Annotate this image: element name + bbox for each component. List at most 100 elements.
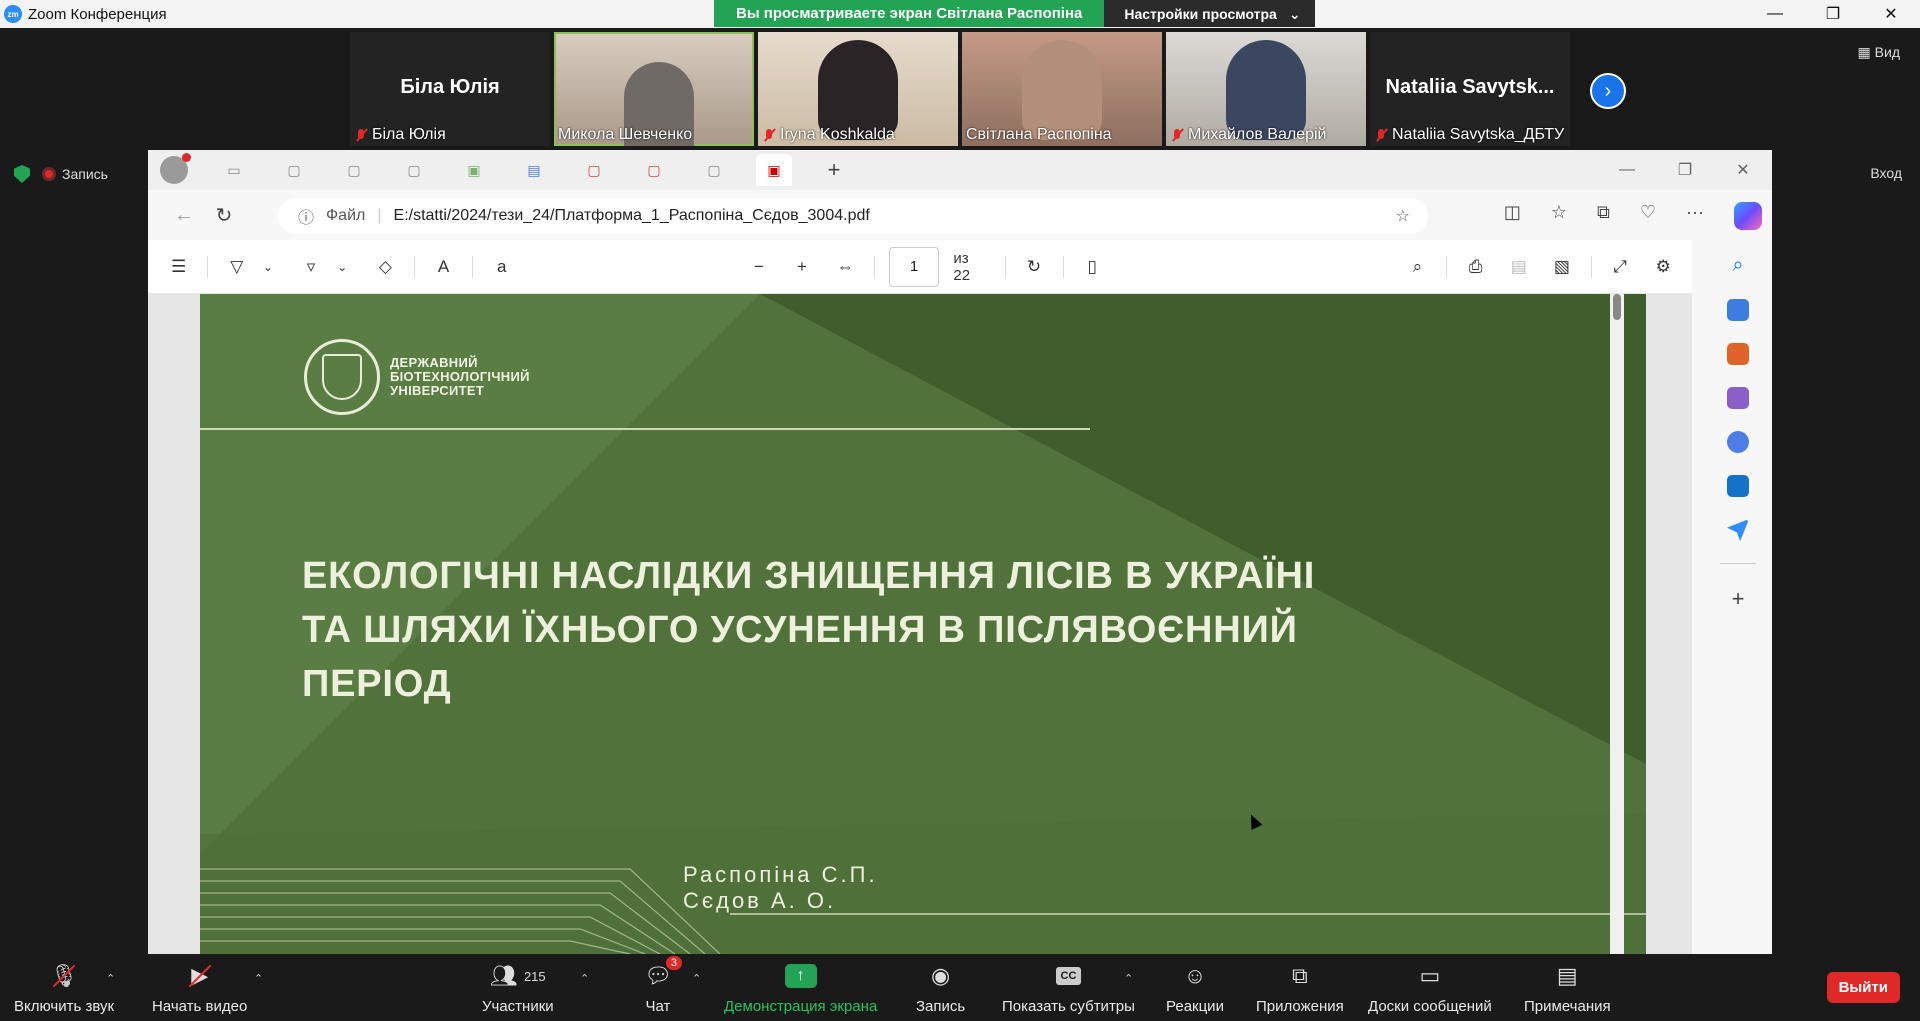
collections-icon[interactable]: ⧉ [1597,202,1610,230]
chat-button[interactable]: 💬︎ 3 Чат [644,956,682,1015]
url-text[interactable]: E:/statti/2024/тези_24/Платформа_1_Распо… [394,207,870,225]
next-page-participants-button[interactable]: › [1590,73,1626,109]
tab-doc[interactable]: ▣ [456,154,492,186]
outlook-icon[interactable] [1727,475,1749,497]
sidebar-search-icon[interactable]: ⌕ [1732,254,1743,277]
tab-doc[interactable]: ▢ [336,154,372,186]
tab-doc[interactable]: ▢ [696,154,732,186]
login-button[interactable]: Вход [1870,165,1902,181]
participants-button[interactable]: 👥︎ 215 Участники [482,962,554,1015]
reactions-label: Реакции [1166,998,1224,1015]
send-icon[interactable] [1727,519,1749,541]
favorites-icon[interactable]: ☆ [1551,202,1567,230]
read-aloud-icon[interactable]: A [429,252,458,282]
translate-icon[interactable]: a [487,252,516,282]
zoom-in-icon[interactable]: + [787,252,816,282]
captions-button[interactable]: CC Показать субтитры [1002,962,1135,1015]
pdf-scrollbar[interactable] [1610,294,1624,954]
participant-name: Світлана Распопіна [966,126,1112,143]
search-icon[interactable]: ⌕ [1403,252,1432,282]
browser-essentials-icon[interactable]: ♡ [1640,202,1656,230]
highlight-icon[interactable]: ▽ [222,252,251,282]
start-video-button[interactable]: ▶︎ Начать видео [152,962,247,1015]
favorite-star-icon[interactable]: ☆ [1396,206,1410,226]
back-arrow-icon[interactable]: ← [164,204,204,227]
restore-button[interactable]: ❐ [1804,0,1862,28]
leave-button[interactable]: Выйти [1826,972,1900,1003]
pdf-viewport[interactable]: ДЕРЖАВНИЙ БІОТЕХНОЛОГІЧНИЙ УНІВЕРСИТЕТ Е… [148,294,1692,954]
whiteboards-button[interactable]: ▭ Доски сообщений [1368,962,1492,1015]
copilot-icon[interactable] [1734,202,1762,230]
new-tab-button[interactable]: + [816,154,852,186]
save-icon[interactable]: ▤ [1504,252,1533,282]
settings-gear-icon[interactable]: ⚙ [1649,252,1678,282]
split-screen-icon[interactable]: ◫ [1504,202,1521,230]
profile-avatar[interactable] [156,153,192,186]
contents-list-icon[interactable]: ☰ [164,252,193,282]
zoom-control-bar: 🎙︎ Включить звук ⌃ ▶︎ Начать видео ⌃ 👥︎2… [0,954,1920,1021]
share-screen-button[interactable]: ↑ Демонстрация экрана [724,962,877,1015]
notes-button[interactable]: ▤ Примечания [1524,962,1611,1015]
participant-tile[interactable]: Біла Юлія Біла Юлія [350,32,550,146]
captions-caret-icon[interactable]: ⌃ [1124,972,1133,985]
print-icon[interactable]: ⎙ [1461,252,1490,282]
tools-icon[interactable] [1727,343,1749,365]
more-menu-icon[interactable]: ··· [1686,202,1704,230]
audio-options-caret-icon[interactable]: ⌃ [106,972,115,985]
university-emblem-icon [304,339,380,415]
sidebar-add-icon[interactable]: + [1732,586,1745,612]
save-as-icon[interactable]: ▧ [1547,252,1576,282]
fullscreen-icon[interactable]: ⤢ [1605,252,1634,282]
video-options-caret-icon[interactable]: ⌃ [254,972,263,985]
participants-caret-icon[interactable]: ⌃ [580,972,589,985]
browser-restore-button[interactable]: ❐ [1656,150,1714,190]
view-options-button[interactable]: Настройки просмотра ⌄ [1104,0,1315,27]
shopping-tag-icon[interactable] [1727,299,1749,321]
scrollbar-thumb[interactable] [1613,294,1621,320]
tab-doc[interactable]: ▤ [516,154,552,186]
record-button[interactable]: ◉ Запись [916,962,965,1015]
unmute-button[interactable]: 🎙︎ Включить звук [14,962,114,1015]
microsoft-365-icon[interactable] [1727,431,1749,453]
security-shield-icon[interactable] [14,165,30,183]
games-icon[interactable] [1727,387,1749,409]
recording-label: Запись [62,166,108,182]
draw-icon[interactable]: ▿ [296,252,325,282]
fit-width-icon[interactable]: ⇔ [831,252,860,282]
participant-tile[interactable]: Світлана Распопіна [962,32,1162,146]
video-camera-off-icon: ▶︎ [188,962,211,990]
toolbar-divider [1004,255,1006,278]
page-view-icon[interactable]: ▯ [1078,252,1107,282]
refresh-icon[interactable]: ↻ [204,203,244,228]
view-button[interactable]: ▦ Вид [1858,44,1900,61]
rotate-icon[interactable]: ↻ [1019,252,1048,282]
shared-browser-window: ▭ ▢ ▢ ▢ ▣ ▤ ▢ ▢ ▢ ▣ + — ❐ ✕ ← ↻ ⓘ Файл |… [148,150,1772,954]
tab-actions-icon[interactable]: ▭ [216,154,252,186]
tab-pdf[interactable]: ▢ [276,154,312,186]
participant-tile[interactable]: Nataliia Savytsk... Nataliia Savytska_ДБ… [1370,32,1570,146]
close-button[interactable]: ✕ [1862,0,1920,28]
page-number-input[interactable]: 1 [888,246,940,287]
browser-close-button[interactable]: ✕ [1714,150,1772,190]
browser-minimize-button[interactable]: — [1598,150,1656,190]
chevron-down-icon[interactable]: ⌄ [253,252,282,282]
chevron-down-icon[interactable]: ⌄ [328,252,357,282]
tab-pdf[interactable]: ▢ [576,154,612,186]
microphone-muted-icon: 🎙︎ [50,962,78,990]
participant-tile[interactable]: Микола Шевченко [554,32,754,146]
participant-video [1226,40,1306,140]
tab-pdf[interactable]: ▢ [396,154,432,186]
participant-name: Iryna Koshkalda [780,126,895,143]
apps-button[interactable]: ⧉ Приложения [1256,962,1344,1015]
reactions-button[interactable]: ☺ Реакции [1166,962,1224,1015]
whiteboards-label: Доски сообщений [1368,998,1492,1015]
tab-active-pdf[interactable]: ▣ [756,154,792,186]
tab-pdf[interactable]: ▢ [636,154,672,186]
eraser-icon[interactable]: ◇ [371,252,400,282]
address-bar[interactable]: ⓘ Файл | E:/statti/2024/тези_24/Платформ… [278,198,1428,234]
chat-caret-icon[interactable]: ⌃ [692,972,701,985]
zoom-out-icon[interactable]: − [744,252,773,282]
minimize-button[interactable]: — [1746,0,1804,28]
participant-tile[interactable]: Михайлов Валерій [1166,32,1366,146]
participant-tile[interactable]: Iryna Koshkalda [758,32,958,146]
